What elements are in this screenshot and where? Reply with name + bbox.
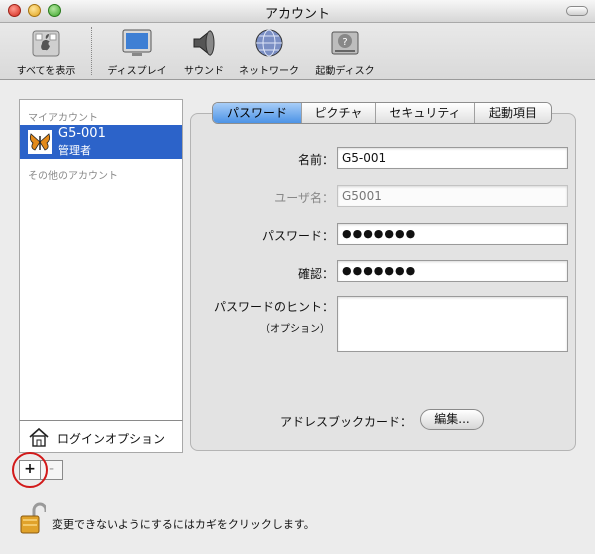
- tab-picture[interactable]: ピクチャ: [302, 103, 376, 123]
- lock-icon[interactable]: [18, 502, 46, 536]
- toolbar-sound[interactable]: サウンド: [176, 23, 232, 79]
- toolbar-startup-disk[interactable]: ? 起動ディスク: [307, 23, 383, 79]
- speaker-icon: [193, 29, 215, 57]
- toolbar-label: ネットワーク: [239, 66, 299, 77]
- tab-bar: パスワード ピクチャ セキュリティ 起動項目: [212, 102, 552, 124]
- password-label: パスワード：: [261, 229, 334, 243]
- password-hint-field[interactable]: [337, 296, 568, 352]
- tab-password[interactable]: パスワード: [213, 103, 302, 123]
- toolbar-toggle-button[interactable]: [566, 6, 588, 16]
- highlight-circle-annotation: [12, 452, 48, 488]
- my-account-header: マイアカウント: [28, 113, 98, 124]
- login-options-item[interactable]: ログインオプション: [19, 420, 183, 453]
- account-role: 管理者: [58, 144, 91, 157]
- toolbar-label: サウンド: [184, 66, 224, 77]
- hint-optional-label: （オプション）: [260, 324, 330, 335]
- svg-text:?: ?: [342, 37, 347, 48]
- butterfly-icon: [28, 130, 52, 154]
- toolbar-display[interactable]: ディスプレイ: [100, 23, 174, 79]
- lock-instruction-text: 変更できないようにするにはカギをクリックします。: [52, 518, 315, 531]
- globe-icon: [255, 29, 283, 57]
- tab-login-items[interactable]: 起動項目: [475, 103, 551, 123]
- login-options-label: ログインオプション: [57, 432, 166, 446]
- address-book-label: アドレスブックカード：: [279, 415, 412, 429]
- username-label: ユーザ名：: [274, 191, 334, 205]
- toolbar-label: すべてを表示: [16, 66, 76, 77]
- password-field[interactable]: ●●●●●●●: [337, 223, 568, 245]
- verify-label: 確認：: [297, 267, 334, 281]
- toolbar: すべてを表示 ディスプレイ サウンド ネットワーク ? 起動ディスク: [0, 23, 595, 80]
- tab-security[interactable]: セキュリティ: [376, 103, 475, 123]
- account-name: G5-001: [58, 126, 106, 141]
- toolbar-network[interactable]: ネットワーク: [233, 23, 305, 79]
- name-field[interactable]: G5-001: [337, 147, 568, 169]
- toolbar-separator: [91, 27, 92, 75]
- toolbar-show-all[interactable]: すべてを表示: [6, 23, 86, 79]
- hint-label: パスワードのヒント：: [213, 300, 334, 314]
- window-title: アカウント: [264, 7, 330, 22]
- toolbar-label: 起動ディスク: [315, 66, 375, 77]
- account-row-selected[interactable]: G5-001 管理者: [20, 125, 182, 159]
- username-field: G5001: [337, 185, 568, 207]
- name-label: 名前：: [297, 153, 334, 167]
- house-icon: [29, 427, 49, 447]
- verify-field[interactable]: ●●●●●●●: [337, 260, 568, 282]
- startup-disk-icon: ?: [331, 31, 359, 55]
- other-accounts-header: その他のアカウント: [28, 171, 118, 182]
- edit-card-button[interactable]: 編集...: [420, 409, 484, 430]
- account-list[interactable]: マイアカウント G5-001 管理者 その他のアカウント: [19, 99, 183, 422]
- toolbar-label: ディスプレイ: [107, 66, 167, 77]
- title-bar: アカウント: [0, 0, 595, 23]
- apple-prefs-icon: [32, 30, 60, 57]
- display-icon: [122, 29, 152, 56]
